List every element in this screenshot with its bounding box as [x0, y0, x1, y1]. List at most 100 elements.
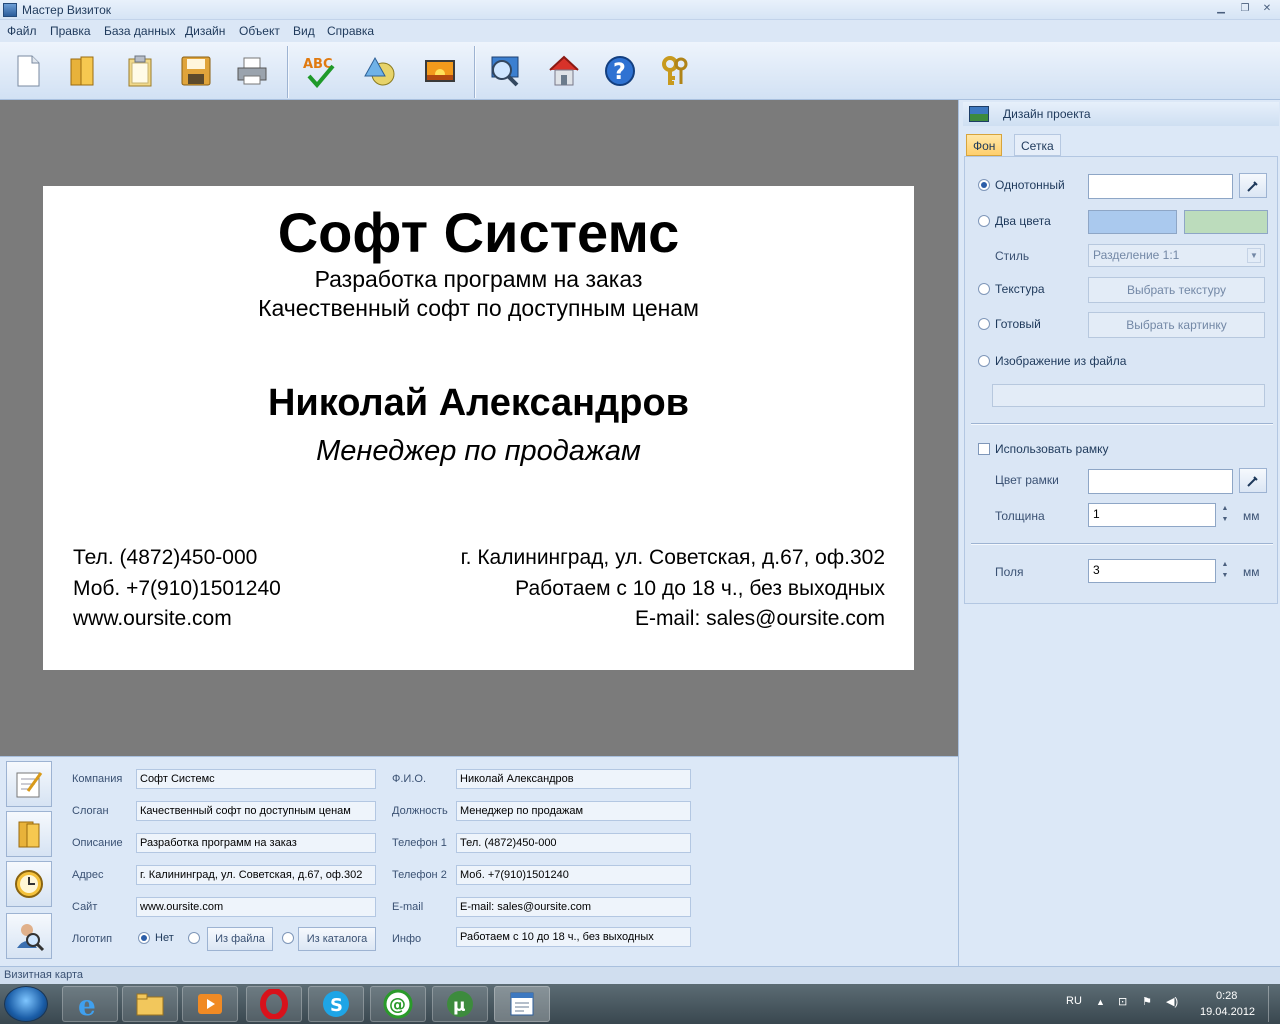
phone2-input[interactable]: Моб. +7(910)1501240: [456, 865, 691, 885]
card-position[interactable]: Менеджер по продажам: [43, 435, 914, 468]
thickness-input[interactable]: 1: [1088, 503, 1216, 527]
shapes-button[interactable]: [360, 50, 400, 92]
site-input[interactable]: www.oursite.com: [136, 897, 376, 917]
card-description[interactable]: Разработка программ на заказ: [43, 266, 914, 293]
taskbar-business-card-app[interactable]: [494, 986, 550, 1022]
two-colors-option[interactable]: Два цвета: [978, 214, 1051, 228]
card-phone1[interactable]: Тел. (4872)450-000: [73, 546, 257, 570]
color-b-swatch[interactable]: [1184, 210, 1268, 234]
ready-radio[interactable]: [978, 318, 990, 330]
volume-icon[interactable]: ◀): [1166, 995, 1178, 1008]
taskbar-ie[interactable]: e: [62, 986, 118, 1022]
language-indicator[interactable]: RU: [1066, 995, 1082, 1007]
save-button[interactable]: [176, 50, 216, 92]
zoom-button[interactable]: [484, 50, 524, 92]
open-button[interactable]: [62, 50, 102, 92]
choose-picture-button[interactable]: Выбрать картинку: [1088, 312, 1265, 338]
style-select[interactable]: Разделение 1:1 ▼: [1088, 244, 1265, 267]
start-button[interactable]: [4, 986, 48, 1022]
address-input[interactable]: г. Калининград, ул. Советская, д.67, оф.…: [136, 865, 376, 885]
texture-radio[interactable]: [978, 283, 990, 295]
help-button[interactable]: ?: [600, 50, 640, 92]
edit-text-button[interactable]: [6, 761, 52, 807]
email-input[interactable]: E-mail: sales@oursite.com: [456, 897, 691, 917]
logo-file-radio[interactable]: [188, 932, 200, 944]
show-desktop-button[interactable]: [1268, 986, 1278, 1022]
action-center-flag-icon[interactable]: ⚑: [1142, 995, 1152, 1008]
minimize-button[interactable]: ▁: [1210, 2, 1232, 16]
solid-radio[interactable]: [978, 179, 990, 191]
home-button[interactable]: [544, 50, 584, 92]
history-button[interactable]: [6, 861, 52, 907]
card-address[interactable]: г. Калининград, ул. Советская, д.67, оф.…: [461, 546, 885, 570]
menu-view[interactable]: Вид: [293, 24, 315, 38]
solid-color-swatch[interactable]: [1088, 174, 1233, 199]
menu-database[interactable]: База данных: [104, 24, 175, 38]
info-input[interactable]: Работаем с 10 до 18 ч., без выходных: [456, 927, 691, 947]
menu-file[interactable]: Файл: [7, 24, 37, 38]
two-colors-radio[interactable]: [978, 215, 990, 227]
solid-option[interactable]: Однотонный: [978, 178, 1065, 192]
chevron-down-icon[interactable]: ▼: [1247, 248, 1261, 263]
spellcheck-button[interactable]: ABC: [300, 50, 340, 92]
card-info[interactable]: Работаем с 10 до 18 ч., без выходных: [515, 577, 885, 601]
clock-time[interactable]: 0:28: [1216, 990, 1237, 1002]
menu-design[interactable]: Дизайн: [185, 24, 225, 38]
company-input[interactable]: Софт Системс: [136, 769, 376, 789]
menu-edit[interactable]: Правка: [50, 24, 91, 38]
print-button[interactable]: [232, 50, 272, 92]
clock-date[interactable]: 19.04.2012: [1200, 1006, 1255, 1018]
phone1-input[interactable]: Тел. (4872)450-000: [456, 833, 691, 853]
logo-catalog-radio[interactable]: [282, 932, 294, 944]
file-image-radio[interactable]: [978, 355, 990, 367]
position-input[interactable]: Менеджер по продажам: [456, 801, 691, 821]
card-slogan[interactable]: Качественный софт по доступным ценам: [43, 295, 914, 322]
new-document-button[interactable]: [8, 50, 48, 92]
fio-input[interactable]: Николай Александров: [456, 769, 691, 789]
taskbar-mail-agent[interactable]: @: [370, 986, 426, 1022]
color-a-swatch[interactable]: [1088, 210, 1177, 234]
card-phone2[interactable]: Моб. +7(910)1501240: [73, 577, 281, 601]
texture-option[interactable]: Текстура: [978, 282, 1045, 296]
keys-button[interactable]: [656, 50, 696, 92]
card-email[interactable]: E-mail: sales@oursite.com: [635, 607, 885, 631]
slogan-input[interactable]: Качественный софт по доступным ценам: [136, 801, 376, 821]
taskbar-opera[interactable]: [246, 986, 302, 1022]
margins-input[interactable]: 3: [1088, 559, 1216, 583]
contacts-search-button[interactable]: [6, 913, 52, 959]
taskbar-explorer[interactable]: [122, 986, 178, 1022]
description-input[interactable]: Разработка программ на заказ: [136, 833, 376, 853]
frame-color-picker-button[interactable]: [1239, 468, 1267, 493]
file-image-option[interactable]: Изображение из файла: [978, 354, 1126, 368]
logo-from-file-button[interactable]: Из файла: [207, 927, 273, 951]
clipboard-button[interactable]: [120, 50, 160, 92]
card-name[interactable]: Николай Александров: [43, 382, 914, 425]
image-file-path-input[interactable]: [992, 384, 1265, 407]
frame-color-swatch[interactable]: [1088, 469, 1233, 494]
thickness-spinner[interactable]: ▲ ▼: [1218, 503, 1232, 527]
design-canvas[interactable]: Софт Системс Разработка программ на зака…: [0, 100, 958, 756]
taskbar-utorrent[interactable]: μ: [432, 986, 488, 1022]
tab-background[interactable]: Фон: [966, 134, 1003, 156]
database-button[interactable]: [6, 811, 52, 857]
taskbar-skype[interactable]: S: [308, 986, 364, 1022]
use-frame-option[interactable]: Использовать рамку: [978, 442, 1109, 456]
card-site[interactable]: www.oursite.com: [73, 607, 232, 631]
logo-from-catalog-button[interactable]: Из каталога: [298, 927, 376, 951]
close-button[interactable]: ✕: [1256, 2, 1278, 16]
logo-none-radio[interactable]: [138, 932, 150, 944]
solid-color-picker-button[interactable]: [1239, 173, 1267, 198]
menu-help[interactable]: Справка: [327, 24, 374, 38]
menu-object[interactable]: Объект: [239, 24, 280, 38]
choose-texture-button[interactable]: Выбрать текстуру: [1088, 277, 1265, 303]
logo-none-option[interactable]: Нет: [138, 932, 174, 944]
ready-option[interactable]: Готовый: [978, 317, 1041, 331]
show-hidden-icons-icon[interactable]: ▲: [1096, 997, 1105, 1007]
margins-spinner[interactable]: ▲ ▼: [1218, 559, 1232, 583]
maximize-button[interactable]: ❐: [1234, 2, 1256, 16]
network-icon[interactable]: ⊡: [1118, 995, 1127, 1008]
taskbar-media-player[interactable]: [182, 986, 238, 1022]
image-button[interactable]: [420, 50, 460, 92]
use-frame-checkbox[interactable]: [978, 443, 990, 455]
card-company[interactable]: Софт Системс: [43, 200, 914, 265]
